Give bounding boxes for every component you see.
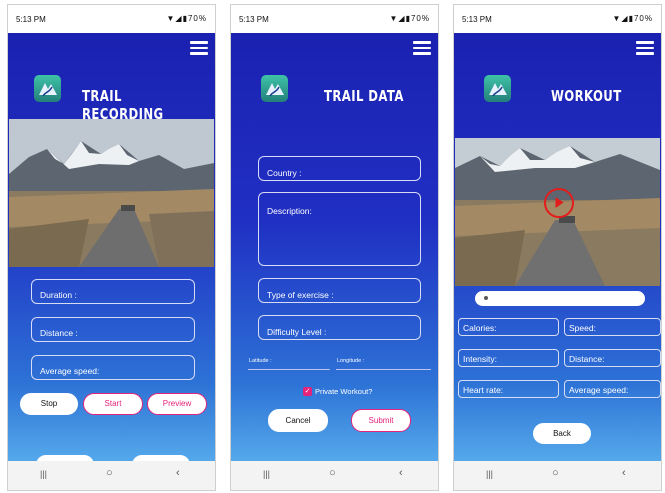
latitude-field[interactable]: Latitude : — [248, 357, 330, 370]
submit-button[interactable]: Submit — [351, 409, 411, 432]
status-bar: 5:13 PM ▼◢▮70% — [8, 5, 215, 33]
stop-button[interactable]: Stop — [20, 393, 78, 415]
trail-photo — [9, 119, 214, 267]
recents-icon[interactable]: ||| — [40, 469, 47, 479]
speed-stat: Speed: — [564, 318, 661, 336]
difficulty-level-label: Difficulty Level : — [267, 327, 327, 337]
back-icon[interactable]: ‹ — [176, 467, 180, 479]
intensity-label: Intensity: — [463, 354, 498, 364]
play-icon[interactable] — [544, 188, 574, 218]
home-icon[interactable]: ○ — [106, 467, 113, 479]
longitude-label: Longitude : — [337, 358, 365, 364]
status-time: 5:13 PM — [239, 15, 269, 24]
phone-trail-data: 5:13 PM ▼◢▮70% TRAIL DATA Country : Desc… — [230, 4, 439, 491]
recents-icon[interactable]: ||| — [486, 469, 493, 479]
hamburger-menu-icon[interactable] — [413, 41, 431, 55]
app-logo-icon — [484, 75, 511, 102]
hamburger-menu-icon[interactable] — [190, 41, 208, 55]
distance-label: Distance: — [569, 354, 605, 364]
home-icon[interactable]: ○ — [552, 467, 559, 479]
latitude-label: Latitude : — [249, 358, 272, 364]
back-button[interactable]: Back — [533, 423, 591, 444]
heart-rate-stat: Heart rate: — [458, 380, 559, 398]
phone-trail-recording: 5:13 PM ▼◢▮70% TRAIL RECORDING Duration … — [7, 4, 216, 491]
app-logo-icon — [261, 75, 288, 102]
checkbox-icon: ✓ — [304, 388, 311, 395]
status-time: 5:13 PM — [16, 15, 46, 24]
system-nav-bar: ||| ○ ‹ — [231, 461, 438, 490]
status-icons: ▼◢▮70% — [167, 14, 208, 23]
battery-level: 70% — [187, 14, 207, 23]
average-speed-field[interactable]: Average speed: — [31, 355, 195, 380]
difficulty-level-field[interactable]: Difficulty Level : — [258, 315, 421, 340]
hamburger-menu-icon[interactable] — [636, 41, 654, 55]
page-title: TRAIL DATA — [324, 87, 404, 105]
submit-label: Submit — [368, 416, 394, 425]
status-time: 5:13 PM — [462, 15, 492, 24]
distance-field[interactable]: Distance : — [31, 317, 195, 342]
heart-rate-label: Heart rate: — [463, 385, 504, 395]
distance-stat: Distance: — [564, 349, 661, 367]
status-bar: 5:13 PM ▼◢▮70% — [454, 5, 661, 33]
battery-level: 70% — [633, 14, 653, 23]
signal-icon: ◢ — [621, 14, 629, 23]
average-speed-label: Average speed: — [569, 385, 629, 395]
back-icon[interactable]: ‹ — [622, 467, 626, 479]
workout-video[interactable] — [455, 138, 660, 286]
back-icon[interactable]: ‹ — [399, 467, 403, 479]
signal-icon: ◢ — [398, 14, 406, 23]
home-icon[interactable]: ○ — [329, 467, 336, 479]
app-logo-icon — [34, 75, 61, 102]
start-button[interactable]: Start — [83, 393, 143, 415]
description-label: Description: — [267, 206, 312, 216]
system-nav-bar: ||| ○ ‹ — [8, 461, 215, 490]
status-icons: ▼◢▮70% — [613, 14, 654, 23]
cancel-button[interactable]: Cancel — [268, 409, 328, 432]
status-bar: 5:13 PM ▼◢▮70% — [231, 5, 438, 33]
status-icons: ▼◢▮70% — [390, 14, 431, 23]
playback-progress-slider[interactable] — [475, 291, 645, 306]
private-workout-label: Private Workout? — [315, 387, 373, 396]
system-nav-bar: ||| ○ ‹ — [454, 461, 661, 490]
country-label: Country : — [267, 168, 302, 178]
back-label: Back — [553, 429, 571, 438]
intensity-stat: Intensity: — [458, 349, 559, 367]
country-field[interactable]: Country : — [258, 156, 421, 181]
battery-level: 70% — [410, 14, 430, 23]
distance-label: Distance : — [40, 328, 78, 338]
page-title: TRAIL RECORDING — [82, 87, 164, 123]
speed-label: Speed: — [569, 323, 596, 333]
type-of-exercise-field[interactable]: Type of exercise : — [258, 278, 421, 303]
page-title: WORKOUT — [551, 87, 622, 105]
start-label: Start — [104, 399, 122, 408]
recents-icon[interactable]: ||| — [263, 469, 270, 479]
calories-label: Calories: — [463, 323, 497, 333]
phone-workout: 5:13 PM ▼◢▮70% WORKOUT Calories: Speed: … — [453, 4, 662, 491]
signal-icon: ◢ — [175, 14, 183, 23]
duration-field[interactable]: Duration : — [31, 279, 195, 304]
description-field[interactable]: Description: — [258, 192, 421, 266]
calories-stat: Calories: — [458, 318, 559, 336]
duration-label: Duration : — [40, 290, 77, 300]
slider-handle[interactable] — [484, 296, 488, 300]
preview-button[interactable]: Preview — [147, 393, 207, 415]
preview-label: Preview — [162, 399, 192, 408]
average-speed-stat: Average speed: — [564, 380, 661, 398]
private-workout-checkbox[interactable]: ✓ — [303, 387, 312, 396]
type-of-exercise-label: Type of exercise : — [267, 290, 334, 300]
stop-label: Stop — [40, 399, 58, 408]
average-speed-label: Average speed: — [40, 366, 100, 376]
longitude-field[interactable]: Longitude : — [336, 357, 431, 370]
cancel-label: Cancel — [285, 416, 311, 425]
